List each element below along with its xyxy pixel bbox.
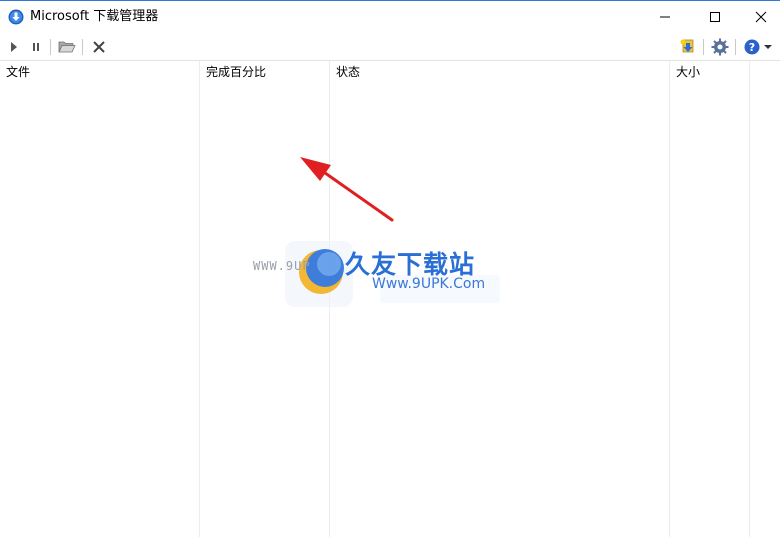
- annotation-arrow-icon: [300, 157, 394, 222]
- app-window: Microsoft 下载管理器 ? 文件 完成百分比 状态 大小 WWW.9UP…: [0, 0, 780, 537]
